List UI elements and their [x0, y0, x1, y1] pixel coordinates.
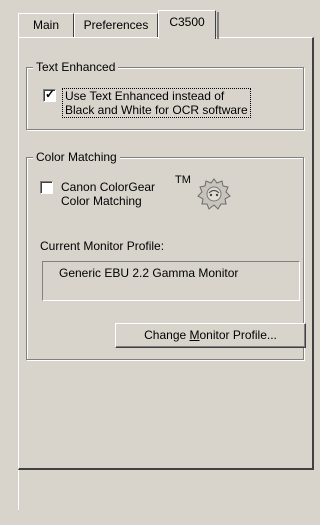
- colorgear-label-line2: Color Matching: [61, 194, 142, 208]
- change-button-text-prefix: Change: [144, 328, 190, 342]
- text-enhanced-label-line2: Black and White for OCR software: [65, 103, 248, 117]
- colorgear-logo-icon: [194, 176, 234, 215]
- text-enhanced-label[interactable]: Use Text Enhanced instead of Black and W…: [62, 88, 251, 118]
- printer-properties-window: Main Preferences C3500 Text Enhanced ✓ U…: [0, 0, 320, 525]
- trademark-symbol: TM: [175, 174, 191, 186]
- color-matching-legend: Color Matching: [33, 150, 120, 164]
- change-monitor-profile-button[interactable]: Change Monitor Profile...: [115, 323, 306, 348]
- current-profile-label: Current Monitor Profile:: [40, 239, 165, 253]
- text-enhanced-checkbox[interactable]: ✓: [43, 87, 56, 102]
- tab-main-label: Main: [32, 18, 59, 32]
- colorgear-label-line1: Canon ColorGear: [61, 180, 156, 194]
- tab-preferences[interactable]: Preferences: [74, 13, 158, 37]
- tab-c3500-label: C3500: [169, 15, 205, 29]
- colorgear-checkbox[interactable]: [40, 181, 53, 194]
- text-enhanced-option[interactable]: ✓ Use Text Enhanced instead of Black and…: [43, 88, 251, 118]
- change-button-mnemonic: M: [189, 328, 200, 342]
- current-profile-value: Generic EBU 2.2 Gamma Monitor: [59, 266, 239, 280]
- colorgear-label[interactable]: Canon ColorGear Color Matching: [59, 180, 157, 208]
- tab-preferences-label: Preferences: [83, 18, 149, 32]
- tab-c3500[interactable]: C3500: [158, 10, 219, 39]
- colorgear-option[interactable]: Canon ColorGear Color Matching: [40, 180, 157, 208]
- check-mark-icon: ✓: [45, 87, 56, 101]
- tab-main[interactable]: Main: [18, 13, 74, 37]
- text-enhanced-legend: Text Enhanced: [33, 60, 119, 74]
- panel-bottom-area: [18, 470, 315, 510]
- text-enhanced-label-line1: Use Text Enhanced instead of: [65, 89, 225, 103]
- tab-panel: Text Enhanced ✓ Use Text Enhanced instea…: [18, 37, 314, 470]
- current-profile-display: Generic EBU 2.2 Gamma Monitor: [42, 261, 300, 301]
- change-button-text-suffix: onitor Profile...: [199, 328, 277, 342]
